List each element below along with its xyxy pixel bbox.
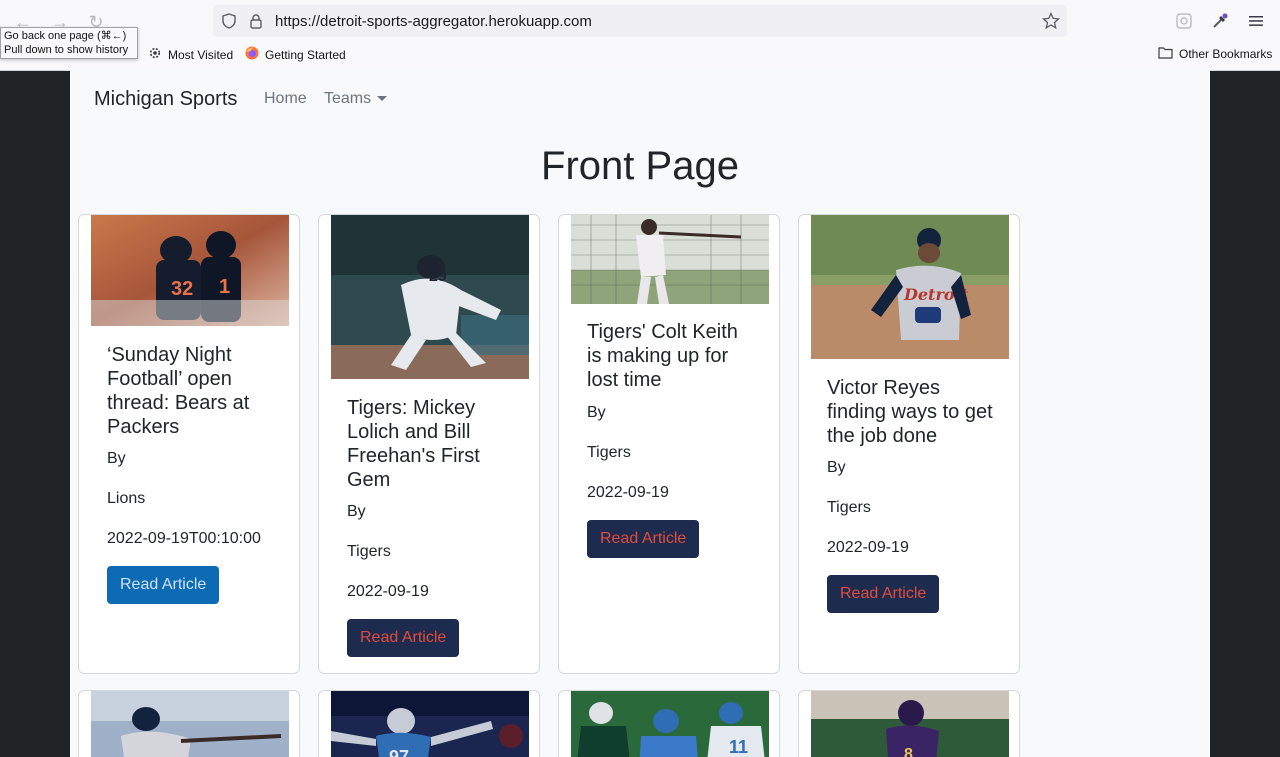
article-author: By [827, 459, 846, 476]
svg-text:29: 29 [429, 268, 447, 285]
back-button-tooltip: Go back one page (⌘←) Pull down to show … [0, 27, 138, 59]
article-card [78, 690, 300, 757]
bookmark-label: Most Visited [168, 47, 234, 62]
article-date: 2022-09-19 [827, 539, 909, 556]
bookmarks-bar: Most Visited Getting Started Other Bookm… [0, 45, 1280, 65]
browser-toolbar: ← → ↻ https://detroit-sports-aggregator.… [0, 0, 1280, 71]
other-bookmarks[interactable]: Other Bookmarks [1158, 46, 1272, 62]
article-image[interactable]: 97 [331, 691, 529, 757]
url-text[interactable]: https://detroit-sports-aggregator.heroku… [275, 13, 592, 30]
folder-icon [1158, 46, 1173, 62]
article-date: 2022-09-19 [587, 484, 669, 501]
svg-text:8: 8 [904, 746, 913, 757]
article-card: 32 1 ‘Sunday Night Football’ open thread… [78, 214, 300, 674]
nav-link-home[interactable]: Home [264, 90, 307, 108]
nav-dropdown-label: Teams [324, 90, 372, 107]
article-image[interactable]: 29 [331, 215, 529, 379]
navbar-brand[interactable]: Michigan Sports [94, 88, 237, 111]
article-image[interactable]: 8 [811, 691, 1009, 757]
read-article-button[interactable]: Read Article [107, 566, 220, 604]
article-team: Tigers [587, 444, 631, 461]
article-author: By [107, 450, 126, 467]
svg-text:11: 11 [729, 737, 748, 757]
tooltip-line: Pull down to show history [4, 44, 129, 56]
url-bar[interactable]: https://detroit-sports-aggregator.heroku… [213, 5, 1067, 37]
hamburger-menu-icon[interactable] [1245, 10, 1267, 32]
bookmark-label: Getting Started [265, 47, 346, 62]
article-image[interactable]: 32 1 [91, 215, 289, 326]
article-team: Tigers [827, 499, 871, 516]
article-image[interactable]: Detroit [811, 215, 1009, 359]
container-icon[interactable] [1173, 10, 1195, 32]
article-card: 97 [318, 690, 540, 757]
read-article-button[interactable]: Read Article [587, 520, 700, 558]
article-image[interactable]: 11 [571, 691, 769, 757]
gear-icon [148, 46, 162, 63]
page-content: Michigan Sports Home Teams Front Page 32… [70, 70, 1210, 757]
svg-text:97: 97 [389, 747, 409, 757]
nav-dropdown-teams[interactable]: Teams [324, 90, 388, 108]
caret-down-icon [377, 96, 388, 102]
lock-icon[interactable] [246, 11, 266, 31]
tooltip-line: Go back one page (⌘←) [4, 30, 127, 42]
article-team: Lions [107, 490, 146, 507]
article-team: Tigers [347, 543, 391, 560]
page-title: Front Page [541, 144, 739, 188]
article-card: Tigers' Colt Keith is making up for lost… [558, 214, 780, 674]
article-card: Detroit Victor Reyes finding ways to get… [798, 214, 1020, 674]
article-author: By [587, 404, 606, 421]
svg-text:1: 1 [219, 276, 230, 298]
article-image[interactable] [91, 691, 289, 757]
article-date: 2022-09-19 [347, 583, 429, 600]
article-card: 8 [798, 690, 1020, 757]
article-image[interactable] [571, 215, 769, 304]
bookmark-getting-started[interactable]: Getting Started [245, 46, 346, 63]
read-article-button[interactable]: Read Article [347, 619, 460, 657]
other-bookmarks-label: Other Bookmarks [1179, 47, 1273, 61]
article-title: Victor Reyes finding ways to get the job… [827, 377, 993, 447]
article-title: Tigers' Colt Keith is making up for lost… [587, 321, 738, 391]
firefox-icon [245, 46, 259, 63]
article-date: 2022-09-19T00:10:00 [107, 530, 261, 547]
bookmark-star-icon[interactable] [1041, 11, 1061, 31]
article-title: Tigers: Mickey Lolich and Bill Freehan's… [347, 397, 480, 491]
article-card: 11 [558, 690, 780, 757]
shield-icon[interactable] [219, 11, 239, 31]
article-title: ‘Sunday Night Football’ open thread: Bea… [107, 344, 250, 438]
article-card: 29 Tigers: Mickey Lolich and Bill Freeha… [318, 214, 540, 674]
eyedropper-icon[interactable] [1209, 10, 1231, 32]
svg-text:32: 32 [171, 278, 193, 300]
article-author: By [347, 503, 366, 520]
read-article-button[interactable]: Read Article [827, 575, 940, 613]
bookmark-most-visited[interactable]: Most Visited [148, 46, 233, 63]
